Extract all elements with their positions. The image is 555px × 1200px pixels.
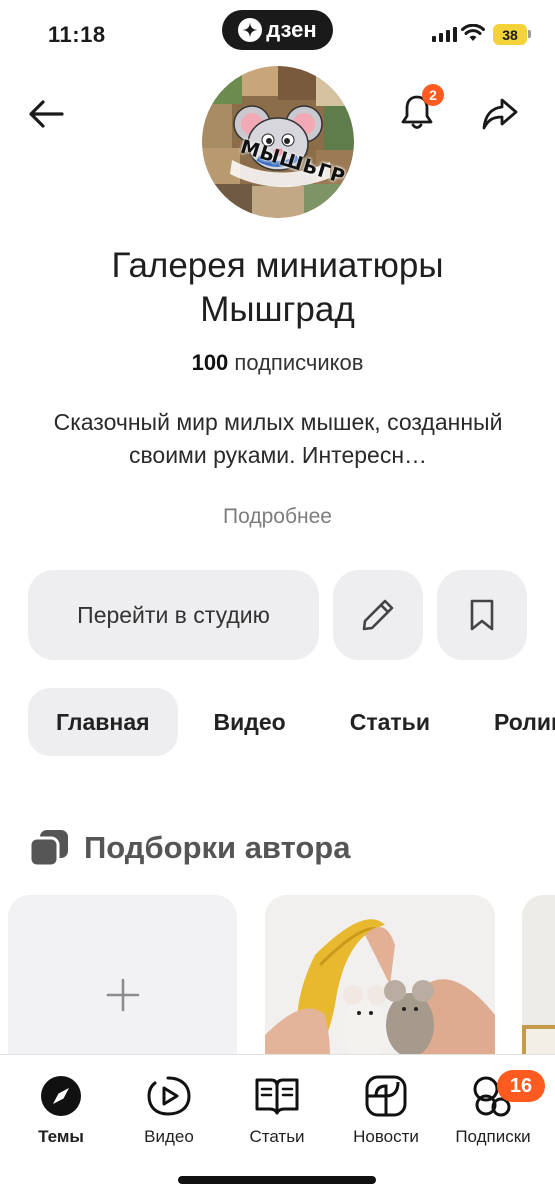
book-icon: [254, 1073, 300, 1119]
dzen-logo-icon: [238, 18, 263, 42]
tab-shorts[interactable]: Ролики: [466, 688, 555, 756]
dzen-app-badge[interactable]: дзен: [222, 10, 333, 50]
section-title: Подборки автора: [84, 830, 351, 865]
arrow-left-icon: [29, 100, 64, 128]
battery-tip: [528, 30, 531, 38]
back-button[interactable]: [22, 90, 70, 138]
tab-main[interactable]: Главная: [28, 688, 178, 756]
nav-label-articles: Статьи: [249, 1127, 305, 1146]
nav-label-subscriptions: Подписки: [455, 1127, 531, 1146]
nav-label-video: Видео: [144, 1127, 194, 1146]
subscribers-label: подписчиков: [228, 350, 364, 375]
go-to-studio-button[interactable]: Перейти в студию: [28, 570, 319, 660]
subscribers-number: 100: [191, 350, 229, 375]
subscriptions-badge: 16: [497, 1070, 545, 1102]
wifi-icon: [461, 23, 485, 47]
tab-articles[interactable]: Статьи: [322, 688, 458, 756]
compass-icon: [38, 1073, 84, 1119]
bookmark-icon: [470, 599, 494, 631]
nav-item-news[interactable]: Новости: [331, 1073, 441, 1147]
status-time: 11:18: [48, 22, 106, 47]
collections-icon: [28, 830, 68, 868]
nav-item-topics[interactable]: Темы: [6, 1073, 116, 1147]
play-icon: [146, 1073, 192, 1119]
tabs-bar: Главная Видео Статьи Ролики: [0, 688, 555, 756]
edit-button[interactable]: [333, 570, 423, 660]
news-icon: [363, 1073, 409, 1119]
nav-item-video[interactable]: Видео: [114, 1073, 224, 1147]
home-indicator[interactable]: [178, 1176, 376, 1184]
nav-label-topics: Темы: [38, 1127, 84, 1146]
subscribers-count: 100 подписчиков: [0, 350, 555, 376]
channel-description: Сказочный мир милых мышек, созданный сво…: [53, 409, 503, 468]
dzen-app-label: дзен: [266, 17, 317, 42]
plus-icon: [106, 978, 139, 1012]
nav-item-articles[interactable]: Статьи: [222, 1073, 332, 1147]
notifications-badge: 2: [422, 84, 444, 106]
channel-title: Галерея миниатюры Мышград: [111, 246, 444, 329]
more-info-link[interactable]: Подробнее: [0, 505, 555, 529]
battery-indicator: 38: [493, 24, 527, 45]
cellular-signal-icon: [432, 26, 457, 42]
pencil-icon: [362, 599, 394, 631]
channel-avatar[interactable]: МЫШЬГРАД: [202, 66, 354, 218]
share-button[interactable]: [476, 90, 524, 138]
nav-label-news: Новости: [353, 1127, 419, 1146]
tab-video[interactable]: Видео: [186, 688, 314, 756]
share-arrow-icon: [482, 98, 518, 130]
bookmark-button[interactable]: [437, 570, 527, 660]
author-collections-heading: Подборки автора: [28, 826, 350, 870]
status-bar: 11:18 дзен 38: [0, 0, 555, 70]
